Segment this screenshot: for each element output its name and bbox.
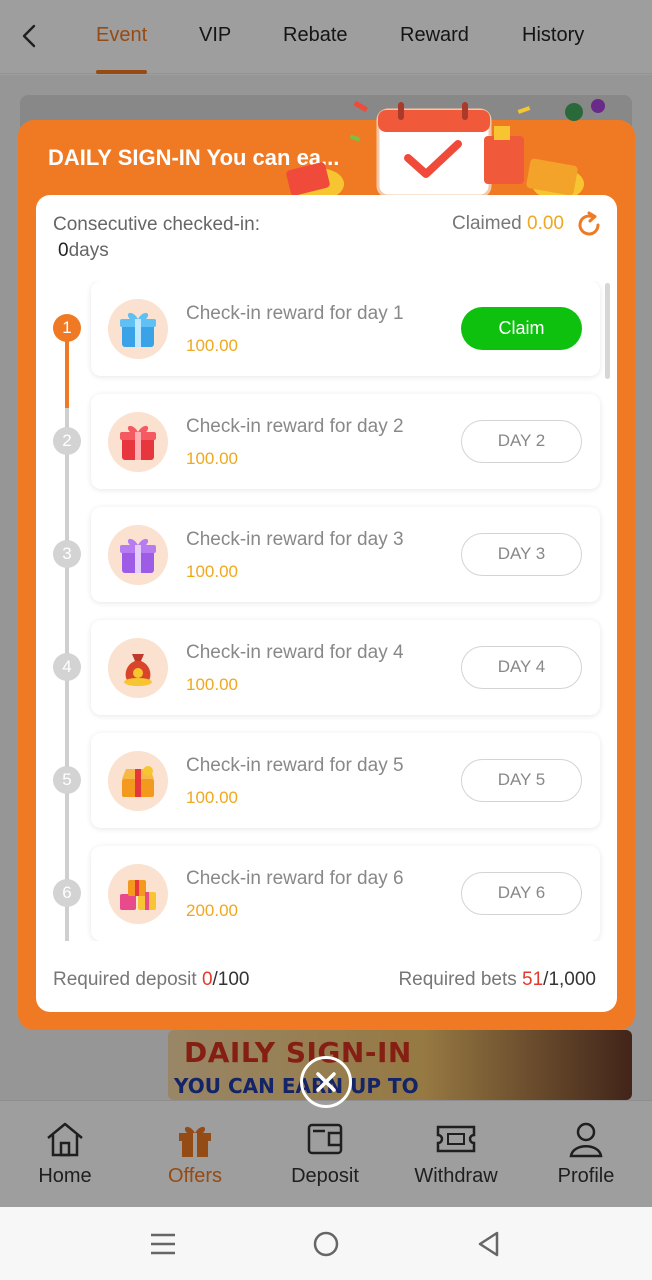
reward-item-day-5: Check-in reward for day 5 100.00 DAY 5	[91, 733, 600, 828]
step-marker: 5	[53, 766, 81, 794]
step-marker: 4	[53, 653, 81, 681]
step-marker: 1	[53, 314, 81, 342]
claim-button[interactable]: Claim	[461, 307, 582, 350]
consecutive-days: 0days	[58, 240, 109, 261]
red-gift-icon	[120, 425, 156, 460]
day-2-button[interactable]: DAY 2	[461, 420, 582, 463]
treasure-box-icon	[122, 766, 154, 797]
close-icon	[316, 1072, 336, 1092]
consecutive-label: Consecutive checked-in:	[53, 214, 260, 235]
close-modal-button[interactable]	[300, 1056, 352, 1108]
system-back-icon[interactable]	[476, 1231, 502, 1257]
reward-icon-wrap	[108, 525, 168, 585]
step-marker: 2	[53, 427, 81, 455]
reward-icon-wrap	[108, 638, 168, 698]
blue-gift-icon	[120, 312, 156, 347]
refresh-icon[interactable]	[575, 211, 603, 239]
reward-title: Check-in reward for day 1	[186, 303, 404, 324]
system-navigation-bar	[0, 1207, 652, 1280]
money-bag-icon	[124, 654, 152, 686]
reward-item-day-3: Check-in reward for day 3 100.00 DAY 3	[91, 507, 600, 602]
recent-apps-icon[interactable]	[150, 1231, 176, 1257]
reward-amount: 200.00	[186, 901, 238, 920]
reward-title: Check-in reward for day 4	[186, 642, 404, 663]
purple-gift-icon	[120, 538, 156, 573]
reward-amount: 100.00	[186, 788, 238, 807]
calendar-celebration-icon	[286, 99, 605, 196]
step-marker: 6	[53, 879, 81, 907]
signin-card: Consecutive checked-in: 0days Claimed 0.…	[36, 195, 617, 1012]
day-3-button[interactable]: DAY 3	[461, 533, 582, 576]
claimed-total: Claimed 0.00	[452, 213, 564, 234]
reward-title: Check-in reward for day 6	[186, 868, 404, 889]
reward-amount: 100.00	[186, 675, 238, 694]
day-5-button[interactable]: DAY 5	[461, 759, 582, 802]
reward-item-day-2: Check-in reward for day 2 100.00 DAY 2	[91, 394, 600, 489]
daily-signin-modal: DAILY SIGN-IN You can ea... Consecutive …	[18, 99, 635, 1030]
required-bets: Required bets 51/1,000	[398, 969, 596, 990]
reward-amount: 100.00	[186, 336, 238, 355]
home-circle-icon[interactable]	[313, 1231, 339, 1257]
reward-item-day-1: Check-in reward for day 1 100.00 Claim	[91, 281, 600, 376]
reward-amount: 100.00	[186, 449, 238, 468]
reward-icon-wrap	[108, 864, 168, 924]
reward-item-day-4: Check-in reward for day 4 100.00 DAY 4	[91, 620, 600, 715]
reward-title: Check-in reward for day 5	[186, 755, 404, 776]
required-deposit: Required deposit 0/100	[53, 969, 250, 990]
reward-icon-wrap	[108, 299, 168, 359]
reward-icon-wrap	[108, 412, 168, 472]
reward-icon-wrap	[108, 751, 168, 811]
day-4-button[interactable]: DAY 4	[461, 646, 582, 689]
gift-pile-icon	[120, 880, 156, 910]
day-6-button[interactable]: DAY 6	[461, 872, 582, 915]
reward-item-day-6: Check-in reward for day 6 200.00 DAY 6	[91, 846, 600, 941]
reward-title: Check-in reward for day 2	[186, 416, 404, 437]
reward-list: 1 Check-in reward for day 1 100.00 Claim…	[36, 281, 617, 941]
reward-title: Check-in reward for day 3	[186, 529, 404, 550]
step-marker: 3	[53, 540, 81, 568]
reward-amount: 100.00	[186, 562, 238, 581]
